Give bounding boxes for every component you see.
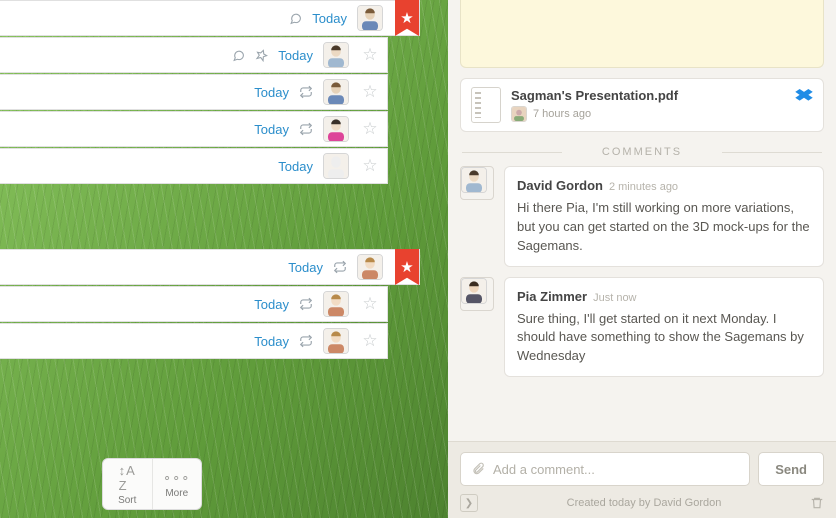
assignee-avatar: [323, 328, 349, 354]
send-button[interactable]: Send: [758, 452, 824, 486]
star-button[interactable]: ☆: [359, 294, 381, 314]
dropbox-icon: [795, 89, 813, 105]
star-button[interactable]: ☆: [359, 156, 381, 176]
detail-panel: Sagman's Presentation.pdf 7 hours ago CO…: [448, 0, 836, 518]
task-row[interactable]: Today ☆: [0, 286, 388, 322]
task-row[interactable]: Today ☆: [0, 323, 388, 359]
comment-input[interactable]: Add a comment...: [460, 452, 750, 486]
comment-body: Hi there Pia, I'm still working on more …: [517, 199, 811, 256]
comment-bubble: Pia Zimmer Just now Sure thing, I'll get …: [504, 277, 824, 378]
assignee-avatar: [357, 5, 383, 31]
attachment-title: Sagman's Presentation.pdf: [511, 88, 678, 103]
more-button[interactable]: ∘∘∘ More: [153, 459, 202, 509]
expand-button[interactable]: ❯: [460, 494, 478, 512]
repeat-icon: [333, 260, 347, 274]
task-row[interactable]: Today ☆: [0, 111, 388, 147]
assignee-avatar: [323, 116, 349, 142]
more-icon: ∘∘∘: [163, 470, 190, 486]
comment-bubble: David Gordon 2 minutes ago Hi there Pia, …: [504, 166, 824, 267]
task-row[interactable]: Today ★: [0, 0, 420, 36]
sort-label: Sort: [118, 495, 136, 506]
assignee-avatar: [323, 79, 349, 105]
assignee-avatar: [323, 153, 349, 179]
chat-icon: [289, 12, 302, 25]
compose-bar: Add a comment... Send ❯ Created today by…: [448, 441, 836, 518]
task-row[interactable]: Today ☆: [0, 148, 388, 184]
star-button[interactable]: ☆: [359, 82, 381, 102]
sort-bar: ↕AZ Sort ∘∘∘ More: [102, 458, 202, 510]
comments-header: COMMENTS: [448, 146, 836, 158]
repeat-icon: [299, 297, 313, 311]
assignee-avatar: [323, 291, 349, 317]
task-row[interactable]: Today ☆: [0, 74, 388, 110]
star-button[interactable]: ☆: [359, 331, 381, 351]
attachment-author-avatar: [511, 106, 527, 122]
repeat-icon: [299, 122, 313, 136]
due-date: Today: [254, 122, 289, 137]
attachment-icon[interactable]: [471, 462, 485, 476]
star-ribbon[interactable]: ★: [395, 249, 419, 285]
comment-author: David Gordon: [517, 178, 603, 193]
chat-icon: [232, 49, 245, 62]
more-label: More: [165, 488, 188, 499]
comment-author: Pia Zimmer: [517, 289, 587, 304]
comment-time: Just now: [593, 292, 636, 304]
comment: Pia Zimmer Just now Sure thing, I'll get …: [460, 277, 824, 378]
sort-alpha-icon: ↕AZ: [119, 463, 136, 493]
comment-avatar: [460, 166, 494, 200]
created-by-text: Created today by David Gordon: [567, 497, 722, 509]
comment-placeholder: Add a comment...: [493, 462, 595, 477]
attachment-card[interactable]: Sagman's Presentation.pdf 7 hours ago: [460, 78, 824, 132]
sort-button[interactable]: ↕AZ Sort: [103, 459, 153, 509]
star-ribbon[interactable]: ★: [395, 0, 419, 36]
task-list-panel: Today★Today☆Today☆Today☆Today☆Today★Toda…: [0, 0, 430, 518]
due-date: Today: [288, 260, 323, 275]
comment: David Gordon 2 minutes ago Hi there Pia, …: [460, 166, 824, 267]
comment-time: 2 minutes ago: [609, 181, 678, 193]
pin-icon: [255, 49, 268, 62]
task-row[interactable]: Today ☆: [0, 37, 388, 73]
attachment-time: 7 hours ago: [533, 108, 591, 120]
due-date: Today: [312, 11, 347, 26]
star-button[interactable]: ☆: [359, 119, 381, 139]
due-date: Today: [254, 85, 289, 100]
assignee-avatar: [323, 42, 349, 68]
comment-body: Sure thing, I'll get started on it next …: [517, 310, 811, 367]
due-date: Today: [254, 334, 289, 349]
note-area[interactable]: [460, 0, 824, 68]
comment-avatar: [460, 277, 494, 311]
star-button[interactable]: ☆: [359, 45, 381, 65]
due-date: Today: [278, 159, 313, 174]
task-row[interactable]: Today ★: [0, 249, 420, 285]
due-date: Today: [278, 48, 313, 63]
due-date: Today: [254, 297, 289, 312]
repeat-icon: [299, 85, 313, 99]
trash-icon[interactable]: [810, 496, 824, 510]
repeat-icon: [299, 334, 313, 348]
document-icon: [471, 87, 501, 123]
assignee-avatar: [357, 254, 383, 280]
